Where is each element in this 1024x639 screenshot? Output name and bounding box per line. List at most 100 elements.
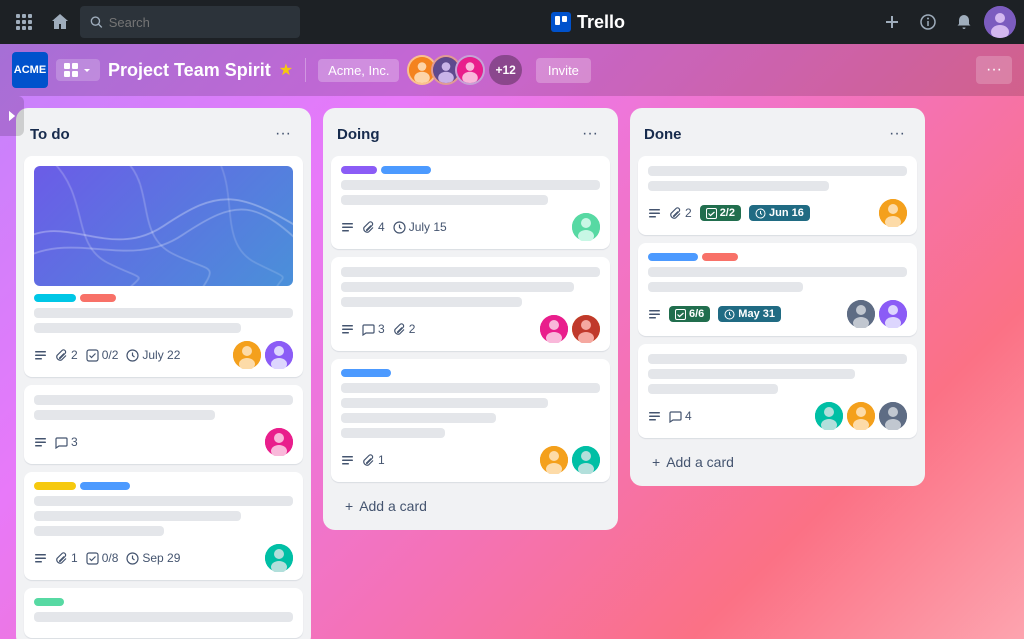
sidebar-toggle[interactable] [0,96,24,136]
text-line [648,354,907,364]
label-pink [80,294,116,302]
label-green [34,598,64,606]
card-meta: 3 2 [341,315,600,343]
doing-list-title: Doing [337,126,380,143]
board-view-button[interactable] [56,59,100,81]
card-avatar [815,402,843,430]
done-add-card[interactable]: + Add a card [638,446,917,482]
text-line [34,410,215,420]
doing-list-menu[interactable]: ··· [576,120,604,148]
todo-card-1[interactable]: 2 0/2 July 22 [24,156,303,377]
done-card-2[interactable]: 6/6 May 31 [638,243,917,336]
description-icon [341,221,354,234]
divider [305,58,306,82]
card-labels [648,253,907,261]
text-line [34,526,164,536]
card-avatar [540,315,568,343]
doing-card-2[interactable]: 3 2 [331,257,610,351]
label-blue [381,166,431,174]
text-line [341,180,600,190]
text-line [648,181,829,191]
notification-button[interactable] [948,6,980,38]
card-meta: 6/6 May 31 [648,300,907,328]
doing-list-header: Doing ··· [323,108,618,156]
doing-card-3[interactable]: 1 [331,359,610,482]
top-navigation: Trello [0,0,1024,44]
doing-list: Doing ··· 4 [323,108,618,530]
label-pink [702,253,738,261]
member-count[interactable]: +12 [489,55,521,85]
text-line [34,395,293,405]
doing-add-card[interactable]: + Add a card [331,490,610,526]
card-avatar [879,402,907,430]
done-card-3[interactable]: 4 [638,344,917,438]
label-yellow [34,482,76,490]
card-avatar [572,213,600,241]
card-avatars [265,428,293,456]
attachment-count: 2 [55,348,78,362]
home-button[interactable] [44,6,76,38]
add-card-plus: + [652,454,660,470]
attachment-count: 2 [393,322,416,336]
card-title [341,267,600,307]
info-button[interactable] [912,6,944,38]
grid-menu-button[interactable] [8,6,40,38]
todo-card-4[interactable] [24,588,303,638]
label-cyan [34,294,76,302]
add-button[interactable] [876,6,908,38]
card-meta: 1 [341,446,600,474]
card-avatar [847,402,875,430]
text-line [341,428,445,438]
todo-card-2[interactable]: 3 [24,385,303,464]
text-line [34,612,293,622]
user-avatar[interactable] [984,6,1016,38]
text-line [341,383,600,393]
add-card-plus: + [345,498,353,514]
todo-list-header: To do ··· [16,108,311,156]
attachment-count: 4 [362,220,385,234]
workspace-button[interactable]: Acme, Inc. [318,59,399,82]
card-avatar [879,300,907,328]
due-date-badge: Jun 16 [749,205,810,221]
text-line [341,195,548,205]
text-line [34,496,293,506]
description-icon [34,436,47,449]
card-title [341,383,600,438]
card-labels [34,294,293,302]
todo-list: To do ··· [16,108,311,639]
todo-list-menu[interactable]: ··· [269,120,297,148]
workspace-logo: ACME [12,52,48,88]
board-content: To do ··· [0,96,1024,639]
search-bar[interactable] [80,6,300,38]
done-card-1[interactable]: 2 2/2 Jun 16 [638,156,917,235]
app-logo: Trello [304,12,872,33]
card-title [648,166,907,191]
due-date: Sep 29 [126,551,180,565]
description-icon [34,552,47,565]
search-input[interactable] [109,15,290,30]
more-options-button[interactable]: ··· [976,56,1012,84]
card-meta: 3 [34,428,293,456]
text-line [34,323,241,333]
checklist-count: 0/2 [86,348,119,362]
doing-card-1[interactable]: 4 July 15 [331,156,610,249]
todo-card-3[interactable]: 1 0/8 Sep 29 [24,472,303,580]
label-blue [648,253,698,261]
card-labels [341,369,600,377]
card-avatar [265,544,293,572]
invite-button[interactable]: Invite [536,58,591,83]
attachment-count: 2 [669,206,692,220]
card-title [648,267,907,292]
attachment-count: 1 [55,551,78,565]
nav-actions [876,6,1016,38]
card-avatars [233,341,293,369]
checklist-badge-done: 6/6 [669,306,710,322]
card-avatars [572,213,600,241]
app-name: Trello [577,12,625,33]
text-line [34,511,241,521]
star-button[interactable]: ★ [279,60,293,80]
card-avatar [879,199,907,227]
comment-count: 3 [55,435,78,449]
member-avatar-3[interactable] [455,55,485,85]
done-list-menu[interactable]: ··· [883,120,911,148]
